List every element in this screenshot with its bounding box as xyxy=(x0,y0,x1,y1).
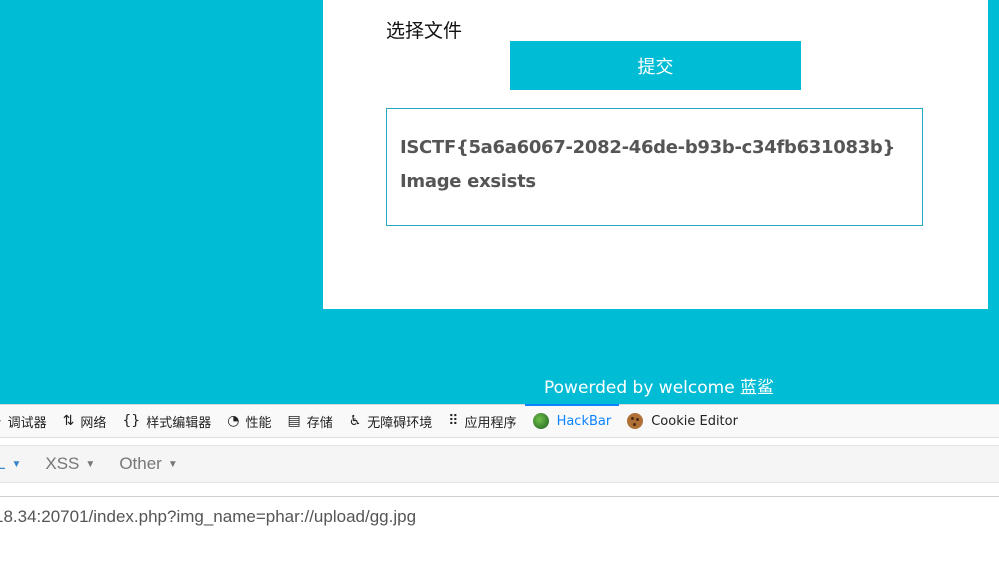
menu-label: L xyxy=(0,454,6,473)
tab-label: HackBar xyxy=(556,413,612,429)
tab-performance[interactable]: ◔ 性能 xyxy=(219,405,279,437)
tab-label: 调试器 xyxy=(7,415,47,431)
tab-label: 网络 xyxy=(80,415,107,431)
divider xyxy=(0,496,999,497)
tab-label: 存储 xyxy=(306,415,333,431)
tab-accessibility[interactable]: ♿ 无障碍环境 xyxy=(341,405,441,437)
hackbar-toolbar: L ▼ XSS ▼ Other ▼ xyxy=(0,445,999,483)
result-box: ISCTF{5a6a6067-2082-46de-b93b-c34fb63108… xyxy=(386,108,923,226)
menu-other[interactable]: Other ▼ xyxy=(119,454,177,474)
footer-text: Powerded by welcome 蓝鲨 xyxy=(544,378,775,398)
caret-down-icon: ▼ xyxy=(85,458,96,470)
tab-network[interactable]: ⇅ 网络 xyxy=(55,405,115,437)
performance-icon: ◔ xyxy=(227,413,240,429)
tab-label: 性能 xyxy=(245,415,272,431)
submit-button[interactable]: 提交 xyxy=(510,41,801,90)
upload-panel: 选择文件 提交 ISCTF{5a6a6067-2082-46de-b93b-c3… xyxy=(323,0,988,309)
tab-hackbar[interactable]: HackBar xyxy=(524,404,620,437)
application-icon: ⠿ xyxy=(448,413,459,429)
cookie-icon xyxy=(627,413,644,429)
tab-storage[interactable]: ▤ 存储 xyxy=(279,405,340,437)
menu-xss[interactable]: XSS ▼ xyxy=(45,454,95,474)
network-icon: ⇅ xyxy=(62,413,75,429)
devtools-tab-bar: › 调试器 ⇅ 网络 {} 样式编辑器 ◔ 性能 ▤ 存储 ♿ 无障碍环境 ⠿ … xyxy=(0,404,999,438)
tab-label: 样式编辑器 xyxy=(146,415,212,431)
menu-sql[interactable]: L ▼ xyxy=(0,454,21,474)
style-editor-icon: {} xyxy=(122,413,141,429)
url-input[interactable]: 18.34:20701/index.php?img_name=phar://up… xyxy=(0,507,416,527)
tab-application[interactable]: ⠿ 应用程序 xyxy=(440,405,524,437)
debugger-icon: › xyxy=(0,413,2,429)
hackbar-icon xyxy=(532,413,549,429)
menu-label: Other xyxy=(119,454,162,473)
tab-label: Cookie Editor xyxy=(651,413,738,429)
tab-label: 应用程序 xyxy=(464,415,517,431)
menu-label: XSS xyxy=(45,454,80,473)
storage-icon: ▤ xyxy=(287,413,301,429)
page-background: 选择文件 提交 ISCTF{5a6a6067-2082-46de-b93b-c3… xyxy=(0,0,999,404)
tab-label: 无障碍环境 xyxy=(367,415,433,431)
accessibility-icon: ♿ xyxy=(348,413,362,429)
caret-down-icon: ▼ xyxy=(167,458,178,470)
tab-style-editor[interactable]: {} 样式编辑器 xyxy=(114,405,219,437)
result-text: ISCTF{5a6a6067-2082-46de-b93b-c34fb63108… xyxy=(400,137,896,192)
tab-cookie-editor[interactable]: Cookie Editor xyxy=(619,405,746,437)
caret-down-icon: ▼ xyxy=(11,458,22,470)
choose-file-button[interactable]: 选择文件 xyxy=(386,16,462,43)
tab-debugger[interactable]: › 调试器 xyxy=(0,405,55,437)
